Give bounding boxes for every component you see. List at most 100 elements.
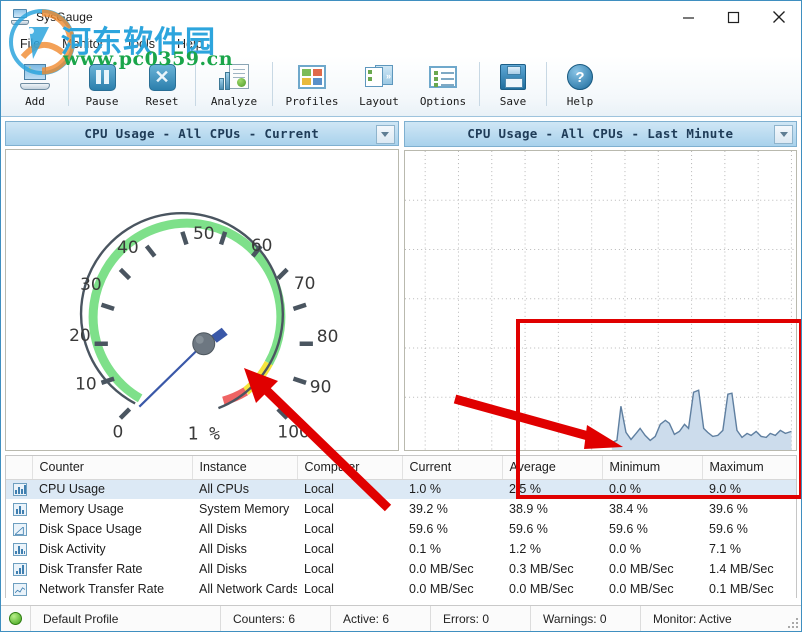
status-counters: Counters: 6 (220, 605, 330, 631)
cell-maximum: 0.1 MB/Sec (709, 582, 774, 596)
svg-text:100: 100 (277, 423, 309, 443)
cell-average: 1.2 % (509, 542, 541, 556)
minimize-button[interactable] (666, 2, 711, 32)
status-monitor: Monitor: Active (640, 605, 801, 631)
toolbar-separator (479, 62, 480, 106)
cell-counter: Disk Activity (39, 542, 106, 556)
cell-counter: CPU Usage (32, 479, 192, 499)
toolbar-separator (195, 62, 196, 106)
cell-maximum: 39.6 % (709, 502, 748, 516)
menu-item-help[interactable]: Help (166, 36, 214, 53)
cell-maximum: 59.6 % (709, 522, 748, 536)
cell-average: 38.9 % (509, 502, 548, 516)
cell-instance: All CPUs (192, 479, 297, 499)
maximize-button[interactable] (711, 2, 756, 32)
save-icon (500, 61, 526, 93)
cell-counter: Network Transfer Rate (39, 582, 165, 596)
col-header-maximum[interactable]: Maximum (702, 456, 796, 480)
col-header-current[interactable]: Current (402, 456, 503, 480)
toolbar: + Add Pause ✕ Reset Analyze Profiles » L… (1, 55, 801, 117)
gauge-value-text: 1 % (188, 424, 221, 445)
status-errors: Errors: 0 (430, 605, 530, 631)
gauge-panel-title: CPU Usage - All CPUs - Current (84, 126, 320, 142)
cell-average: 2.5 % (502, 479, 602, 499)
table-row[interactable]: Disk Space Usage All Disks Local 59.6 % … (6, 519, 796, 539)
menu-bar: File Monitor Tools Help (1, 33, 801, 55)
status-warnings: Warnings: 0 (530, 605, 640, 631)
chart-panel: CPU Usage - All CPUs - Last Minute (403, 121, 797, 451)
gauge-needle (138, 343, 205, 408)
resize-grip-icon[interactable] (788, 618, 798, 628)
status-active: Active: 6 (330, 605, 430, 631)
col-header-icon[interactable] (6, 456, 33, 480)
toolbar-label-add: Add (25, 95, 45, 108)
area-chart-icon (13, 523, 27, 537)
svg-text:40: 40 (117, 238, 139, 258)
gauge-panel: CPU Usage - All CPUs - Current 0 10 20 3… (5, 121, 399, 451)
cell-minimum: 0.0 MB/Sec (609, 562, 674, 576)
chart-panel-body[interactable] (403, 149, 797, 451)
toolbar-label-reset: Reset (145, 95, 179, 108)
svg-text:10: 10 (75, 375, 97, 395)
svg-text:80: 80 (317, 327, 339, 347)
toolbar-button-add[interactable]: + Add (5, 56, 65, 116)
toolbar-button-profiles[interactable]: Profiles (276, 56, 348, 116)
sysgauge-window: SysGauge File Monitor Tools Help + Add P… (0, 0, 802, 632)
toolbar-button-pause[interactable]: Pause (72, 56, 132, 116)
cell-computer: Local (297, 479, 402, 499)
chevron-down-icon (381, 132, 389, 137)
col-header-minimum[interactable]: Minimum (602, 456, 703, 480)
counters-table-container[interactable]: Counter Instance Computer Current Averag… (5, 455, 797, 598)
app-icon (11, 9, 29, 25)
cell-average: 0.3 MB/Sec (509, 562, 574, 576)
menu-item-file[interactable]: File (9, 36, 51, 53)
svg-text:60: 60 (251, 236, 273, 256)
gauge-panel-body[interactable]: 0 10 20 30 40 50 60 70 80 90 100 1 % (5, 149, 399, 451)
toolbar-button-analyze[interactable]: Analyze (199, 56, 269, 116)
table-row[interactable]: Disk Activity All Disks Local 0.1 % 1.2 … (6, 539, 796, 559)
cell-computer: Local (304, 502, 334, 516)
profiles-icon (298, 61, 326, 93)
cell-counter: Memory Usage (39, 502, 124, 516)
cell-minimum: 0.0 MB/Sec (609, 582, 674, 596)
table-header-row: Counter Instance Computer Current Averag… (6, 456, 796, 480)
table-row[interactable]: Disk Transfer Rate All Disks Local 0.0 M… (6, 559, 796, 579)
cell-current: 59.6 % (409, 522, 448, 536)
counters-table: Counter Instance Computer Current Averag… (6, 456, 796, 598)
toolbar-button-layout[interactable]: » Layout (348, 56, 410, 116)
table-body: CPU Usage All CPUs Local 1.0 % 2.5 % 0.0… (6, 479, 796, 598)
toolbar-button-save[interactable]: Save (483, 56, 543, 116)
bar-rising-icon (13, 563, 27, 577)
cell-maximum: 9.0 % (702, 479, 796, 499)
chart-panel-header: CPU Usage - All CPUs - Last Minute (403, 121, 797, 147)
cell-instance: All Disks (199, 542, 247, 556)
close-button[interactable] (756, 2, 801, 32)
cell-computer: Local (304, 542, 334, 556)
chart-panel-dropdown-button[interactable] (774, 125, 793, 144)
cell-minimum: 0.0 % (609, 542, 641, 556)
toolbar-label-layout: Layout (359, 95, 399, 108)
gauge-panel-dropdown-button[interactable] (375, 125, 395, 144)
menu-item-tools[interactable]: Tools (115, 36, 166, 53)
status-led-icon (9, 612, 22, 625)
cell-average: 0.0 MB/Sec (509, 582, 574, 596)
col-header-instance[interactable]: Instance (192, 456, 298, 480)
toolbar-button-reset[interactable]: ✕ Reset (132, 56, 192, 116)
add-monitor-icon: + (20, 61, 50, 93)
panels-area: CPU Usage - All CPUs - Current 0 10 20 3… (1, 117, 801, 451)
table-row[interactable]: Memory Usage System Memory Local 39.2 % … (6, 499, 796, 519)
col-header-counter[interactable]: Counter (32, 456, 193, 480)
cell-computer: Local (304, 562, 334, 576)
menu-item-monitor[interactable]: Monitor (51, 36, 115, 53)
toolbar-button-help[interactable]: ? Help (550, 56, 610, 116)
toolbar-button-options[interactable]: Options (410, 56, 476, 116)
table-row[interactable]: Network Transfer Rate All Network Cards … (6, 579, 796, 598)
toolbar-label-pause: Pause (85, 95, 119, 108)
cell-average: 59.6 % (509, 522, 548, 536)
table-row[interactable]: CPU Usage All CPUs Local 1.0 % 2.5 % 0.0… (6, 479, 796, 499)
col-header-computer[interactable]: Computer (297, 456, 403, 480)
col-header-average[interactable]: Average (502, 456, 603, 480)
toolbar-separator (68, 62, 69, 106)
cell-instance: All Disks (199, 562, 247, 576)
cell-computer: Local (304, 582, 334, 596)
